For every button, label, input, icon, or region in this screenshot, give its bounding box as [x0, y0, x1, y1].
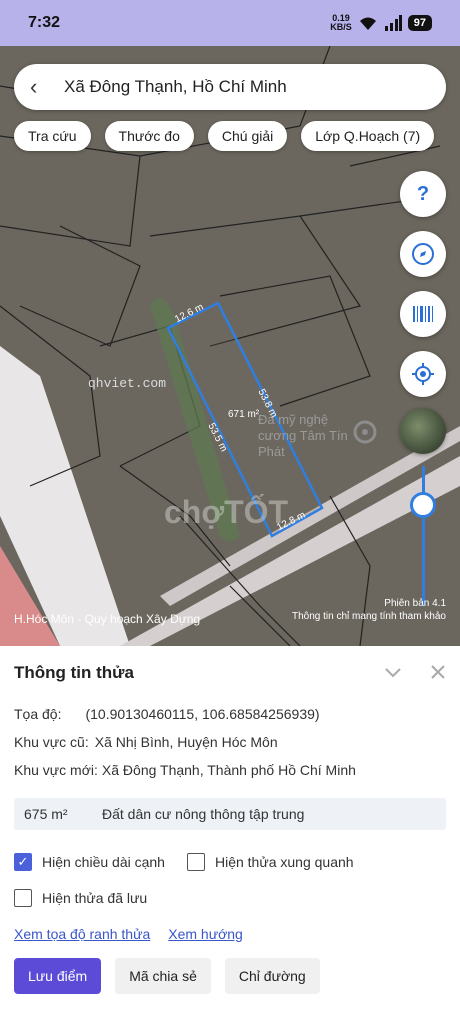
old-area-label: Khu vực cũ:: [14, 734, 89, 750]
my-location-button[interactable]: [400, 351, 446, 397]
save-point-button[interactable]: Lưu điểm: [14, 958, 102, 994]
map-version-info: Phiên bản 4.1 Thông tin chỉ mang tính th…: [292, 597, 446, 623]
signal-icon: [384, 15, 402, 31]
watermark-brand: chợTỐT: [164, 494, 289, 530]
wifi-icon: [359, 17, 376, 30]
share-code-button[interactable]: Mã chia sẻ: [115, 958, 211, 994]
barcode-button[interactable]: [400, 291, 446, 337]
chip-legend[interactable]: Chú giải: [207, 121, 288, 151]
chip-ruler[interactable]: Thước đo: [104, 121, 194, 151]
poi-label: Đá mỹ nghệ cương Tâm Tín Phát: [258, 412, 348, 459]
new-area-row: Khu vực mới: Xã Đông Thạnh, Thành phố Hồ…: [14, 756, 446, 784]
back-arrow-icon[interactable]: ‹: [30, 74, 58, 100]
battery-icon: 97: [407, 15, 432, 31]
view-direction-link[interactable]: Xem hướng: [168, 926, 243, 942]
version-label: Phiên bản 4.1: [384, 598, 446, 609]
map-toolbar-chips: Tra cứu Thước đo Chú giải Lớp Q.Hoạch (7…: [14, 121, 435, 151]
new-area-value: Xã Đông Thạnh, Thành phố Hồ Chí Minh: [101, 762, 356, 778]
new-area-label: Khu vực mới:: [14, 762, 98, 778]
directions-button[interactable]: Chỉ đường: [224, 958, 320, 994]
compass-button[interactable]: [400, 231, 446, 277]
opacity-slider-track[interactable]: [422, 466, 425, 606]
opacity-slider-handle[interactable]: [410, 492, 436, 518]
old-area-row: Khu vực cũ: Xã Nhị Bình, Huyện Hóc Môn: [14, 728, 446, 756]
chevron-down-icon[interactable]: [384, 664, 402, 682]
status-bar: 7:32 0.19 KB/S 97: [0, 0, 460, 46]
compass-icon: [412, 243, 434, 265]
search-bar[interactable]: ‹ Xã Đông Thạnh, Hồ Chí Minh: [14, 64, 446, 110]
show-saved-checkbox[interactable]: Hiện thửa đã lưu: [14, 889, 147, 907]
show-neighbors-checkbox[interactable]: Hiện thửa xung quanh: [186, 853, 354, 871]
coord-row: Tọa độ: (10.90130460115, 106.68584256939…: [14, 700, 446, 728]
checkbox-empty-icon: [14, 889, 32, 907]
coord-label: Tọa độ:: [14, 706, 62, 722]
status-time: 7:32: [28, 14, 61, 31]
close-icon[interactable]: [430, 664, 446, 680]
crosshair-icon: [412, 363, 434, 385]
checkbox-empty-icon: [186, 853, 205, 871]
show-neighbors-label: Hiện thửa xung quanh: [214, 854, 354, 870]
watermark-site: qhviet.com: [88, 376, 167, 391]
help-button[interactable]: ?: [400, 171, 446, 217]
parcel-area-label: 671 m²: [228, 409, 260, 420]
planning-layer-label: H.Hóc Môn - Quy hoạch Xây Dựng: [14, 612, 201, 626]
disclaimer-label: Thông tin chỉ mang tính tham khảo: [292, 611, 446, 622]
coord-value: (10.90130460115, 106.68584256939): [85, 706, 320, 722]
show-edge-length-checkbox[interactable]: ✓ Hiện chiều dài cạnh: [14, 853, 165, 871]
help-icon: ?: [416, 182, 430, 205]
old-area-value: Xã Nhị Bình, Huyện Hóc Môn: [94, 734, 278, 750]
land-area-box: 675 m² Đất dân cư nông thông tập trung: [14, 798, 446, 830]
satellite-layer-button[interactable]: [400, 408, 446, 454]
land-area-value: 675 m²: [24, 806, 68, 822]
parcel-info-sheet: Thông tin thửa Tọa độ: (10.90130460115, …: [0, 646, 460, 1024]
view-boundary-coords-link[interactable]: Xem tọa độ ranh thửa: [14, 926, 150, 942]
checkmark-icon: ✓: [14, 853, 32, 871]
map-view[interactable]: qhviet.com chợTỐT Đá mỹ nghệ cương Tâm T…: [0, 46, 460, 646]
chip-planning-layers[interactable]: Lớp Q.Hoạch (7): [301, 121, 435, 151]
location-title: Xã Đông Thạnh, Hồ Chí Minh: [64, 77, 287, 96]
chip-lookup[interactable]: Tra cứu: [14, 121, 91, 151]
show-edge-length-label: Hiện chiều dài cạnh: [42, 854, 165, 870]
land-type: Đất dân cư nông thông tập trung: [102, 806, 305, 822]
barcode-icon: [413, 306, 433, 322]
show-saved-label: Hiện thửa đã lưu: [42, 890, 148, 906]
sheet-title: Thông tin thửa: [14, 663, 134, 682]
network-speed: 0.19 KB/S: [330, 13, 352, 32]
